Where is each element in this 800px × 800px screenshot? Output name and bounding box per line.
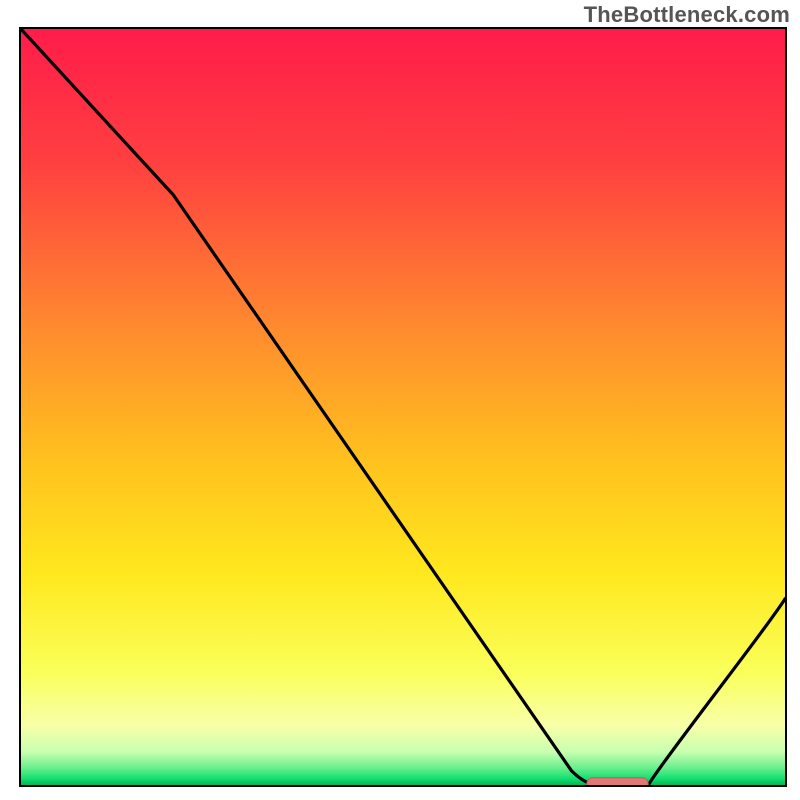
- optimal-range-marker: [587, 778, 648, 790]
- chart-svg: [0, 0, 800, 800]
- attribution-text: TheBottleneck.com: [584, 2, 790, 28]
- gradient-background: [20, 28, 786, 786]
- bottleneck-chart: TheBottleneck.com: [0, 0, 800, 800]
